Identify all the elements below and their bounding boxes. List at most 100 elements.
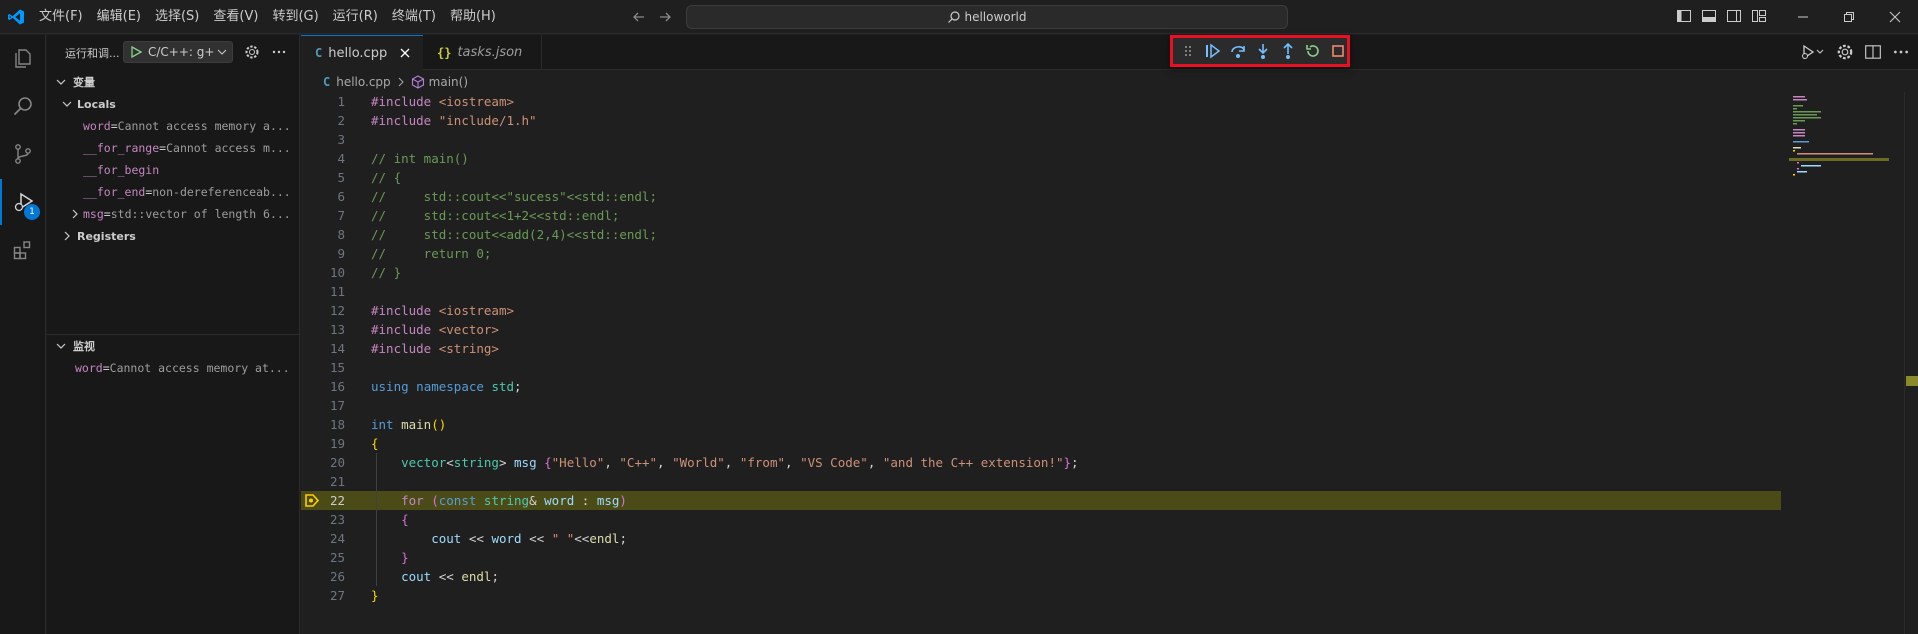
search-icon xyxy=(947,10,961,24)
code-line[interactable]: 16 using namespace std; xyxy=(301,377,1781,396)
menu-run[interactable]: 运行(R) xyxy=(326,5,385,29)
tab-hello-cpp[interactable]: C hello.cpp xyxy=(301,35,423,70)
search-view-icon[interactable] xyxy=(0,83,46,129)
source-control-icon[interactable] xyxy=(0,131,46,177)
code-line[interactable]: 21 xyxy=(301,472,1781,491)
variable-row[interactable]: __for_begin xyxy=(47,159,299,181)
variable-row[interactable]: __for_range = Cannot access m... xyxy=(47,137,299,159)
code-line[interactable]: 7// std::cout<<1+2<<std::endl; xyxy=(301,206,1781,225)
back-arrow-icon[interactable] xyxy=(630,8,648,26)
debug-toolbar xyxy=(1170,35,1350,67)
code-line[interactable]: 20 vector<string> msg {"Hello", "C++", "… xyxy=(301,453,1781,472)
code-line[interactable]: 23 { xyxy=(301,510,1781,529)
explorer-icon[interactable] xyxy=(0,35,46,81)
variable-value: Cannot access m... xyxy=(166,141,291,155)
code-line[interactable]: 25 } xyxy=(301,548,1781,567)
run-and-debug-icon[interactable]: 1 xyxy=(0,179,46,225)
code-line[interactable]: 13 #include <vector> xyxy=(301,320,1781,339)
menu-help[interactable]: 帮助(H) xyxy=(443,5,503,29)
drag-handle-icon[interactable] xyxy=(1179,41,1198,61)
close-window-icon[interactable] xyxy=(1872,0,1918,34)
code-line[interactable]: 27} xyxy=(301,586,1781,605)
code-line[interactable]: 2 #include "include/1.h" xyxy=(301,111,1781,130)
watch-section-header[interactable]: 监视 xyxy=(47,335,300,357)
code-line[interactable]: 12 #include <iostream> xyxy=(301,301,1781,320)
gear-icon[interactable] xyxy=(1836,43,1854,61)
split-editor-icon[interactable] xyxy=(1864,43,1882,61)
restore-icon[interactable] xyxy=(1826,0,1872,34)
debug-config-select[interactable]: C/C++: g+ xyxy=(123,41,233,63)
toggle-panel-icon[interactable] xyxy=(1701,8,1717,24)
code-line[interactable]: 26 cout << endl; xyxy=(301,567,1781,586)
run-debug-dropdown-icon[interactable] xyxy=(1800,43,1826,61)
code-editor[interactable]: 1 #include <iostream> 2 #include "include/… xyxy=(301,92,1781,605)
variables-section-header[interactable]: 变量 xyxy=(47,71,299,93)
forward-arrow-icon[interactable] xyxy=(656,8,674,26)
run-debug-sidebar: 运行和调... C/C++: g+ 变量 Locals word = Canno… xyxy=(47,35,300,634)
code-line[interactable]: 5// { xyxy=(301,168,1781,187)
minimap[interactable] xyxy=(1789,92,1889,212)
code-line[interactable]: 6// std::cout<<"sucess"<<std::endl; xyxy=(301,187,1781,206)
customize-layout-icon[interactable] xyxy=(1751,8,1767,24)
variable-row[interactable]: msg = std::vector of length 6... xyxy=(47,203,299,225)
toggle-primary-sidebar-icon[interactable] xyxy=(1676,8,1692,24)
code-line[interactable]: 10// } xyxy=(301,263,1781,282)
activity-bar: 1 xyxy=(0,35,46,634)
watch-row[interactable]: word = Cannot access memory at... xyxy=(47,357,300,379)
json-file-icon: {} xyxy=(437,45,452,60)
more-actions-icon[interactable] xyxy=(271,44,287,60)
step-over-icon[interactable] xyxy=(1229,41,1248,61)
gear-icon[interactable] xyxy=(244,44,260,60)
menu-view[interactable]: 查看(V) xyxy=(206,5,265,29)
extensions-icon[interactable] xyxy=(0,227,46,273)
code-line[interactable]: 11 xyxy=(301,282,1781,301)
menu-file[interactable]: 文件(F) xyxy=(32,5,90,29)
more-actions-icon[interactable] xyxy=(1892,43,1910,61)
code-line[interactable]: 19{ xyxy=(301,434,1781,453)
code-line[interactable]: 24 cout << word << " "<<endl; xyxy=(301,529,1781,548)
watch-value: Cannot access memory at... xyxy=(109,361,290,375)
command-center-search[interactable]: helloworld xyxy=(686,5,1288,29)
menu-go[interactable]: 转到(G) xyxy=(265,5,325,29)
variable-row[interactable]: __for_end = non-dereferenceab... xyxy=(47,181,299,203)
code-line[interactable]: 15 xyxy=(301,358,1781,377)
variable-name: __for_begin xyxy=(83,163,160,177)
continue-icon[interactable] xyxy=(1204,41,1223,61)
chevron-right-icon[interactable] xyxy=(67,206,83,222)
step-into-icon[interactable] xyxy=(1254,41,1273,61)
code-line[interactable]: 4// int main() xyxy=(301,149,1781,168)
chevron-down-icon xyxy=(53,338,69,354)
registers-scope[interactable]: Registers xyxy=(47,225,299,247)
menu-terminal[interactable]: 终端(T) xyxy=(385,5,443,29)
minimize-icon[interactable] xyxy=(1780,0,1826,34)
code-line[interactable]: 17 xyxy=(301,396,1781,415)
menu-selection[interactable]: 选择(S) xyxy=(148,5,206,29)
locals-scope[interactable]: Locals xyxy=(47,93,299,115)
breadcrumb-symbol[interactable]: main() xyxy=(411,75,468,89)
menu-edit[interactable]: 编辑(E) xyxy=(90,5,148,29)
code-line[interactable]: 9// return 0; xyxy=(301,244,1781,263)
editor-actions xyxy=(1800,43,1918,61)
code-line[interactable]: 1 #include <iostream> xyxy=(301,92,1781,111)
code-line[interactable]: 18 int main() xyxy=(301,415,1781,434)
code-line[interactable]: 14 #include <string> xyxy=(301,339,1781,358)
close-icon[interactable] xyxy=(399,47,411,59)
variable-value: std::vector of length 6... xyxy=(110,207,291,221)
code-line[interactable]: 3 xyxy=(301,130,1781,149)
code-line[interactable]: 8// std::cout<<add(2,4)<<std::endl; xyxy=(301,225,1781,244)
stop-icon[interactable] xyxy=(1328,41,1347,61)
toggle-secondary-sidebar-icon[interactable] xyxy=(1726,8,1742,24)
variable-row[interactable]: word = Cannot access memory a... xyxy=(47,115,299,137)
vertical-scrollbar[interactable] xyxy=(1904,92,1918,634)
restart-icon[interactable] xyxy=(1303,41,1322,61)
step-out-icon[interactable] xyxy=(1278,41,1297,61)
tab-tasks-json[interactable]: {} tasks.json xyxy=(423,35,542,70)
debug-badge: 1 xyxy=(24,204,40,220)
start-debugging-icon[interactable] xyxy=(130,46,142,58)
breadcrumb-file[interactable]: C hello.cpp xyxy=(323,75,391,89)
variable-name: __for_end xyxy=(83,185,146,199)
chevron-down-icon xyxy=(217,47,227,57)
registers-label: Registers xyxy=(77,229,136,243)
current-execution-line[interactable]: 22 for (const string& word : msg) xyxy=(301,491,1781,510)
variable-name: msg xyxy=(83,207,104,221)
